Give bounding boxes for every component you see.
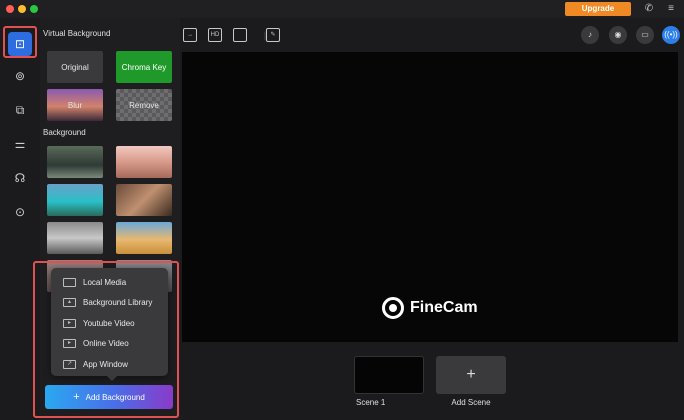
filter-icon: ⊚ bbox=[14, 69, 26, 83]
sliders-icon: ⚌ bbox=[14, 137, 26, 151]
menu-item-app-window[interactable]: ↗ App Window bbox=[51, 354, 168, 374]
close-window-button[interactable] bbox=[6, 5, 14, 13]
adjust-tab[interactable]: ⊚ bbox=[8, 64, 32, 88]
background-thumbnail[interactable] bbox=[116, 222, 172, 254]
camera-snapshot-icon[interactable]: ◉ bbox=[609, 26, 627, 44]
scene-1-label: Scene 1 bbox=[356, 398, 386, 407]
finecam-logo: FineCam bbox=[382, 297, 478, 319]
folder-icon bbox=[63, 277, 76, 287]
import-icon[interactable]: → bbox=[183, 28, 197, 42]
hd-icon[interactable]: HD bbox=[208, 28, 222, 42]
youtube-icon: ▸ bbox=[63, 318, 76, 328]
online-video-icon: ▸ bbox=[63, 338, 76, 348]
background-thumbnail[interactable] bbox=[47, 184, 103, 216]
background-thumbnail[interactable] bbox=[116, 184, 172, 216]
crop-icon[interactable] bbox=[233, 28, 247, 42]
headset-icon: ☊ bbox=[14, 171, 26, 185]
camera-preview: FineCam bbox=[182, 52, 678, 342]
virtual-background-title: Virtual Background bbox=[43, 29, 111, 38]
title-bar: Upgrade ✆ ≡ bbox=[0, 0, 684, 18]
plus-icon: + bbox=[73, 391, 80, 403]
menu-item-local-media[interactable]: Local Media bbox=[51, 272, 168, 292]
microphone-icon[interactable]: ♪ bbox=[581, 26, 599, 44]
zoom-window-button[interactable] bbox=[30, 5, 38, 13]
finecam-logo-icon bbox=[382, 297, 404, 319]
menu-pointer bbox=[106, 375, 118, 381]
mode-original[interactable]: Original bbox=[47, 51, 103, 83]
menu-item-youtube-video[interactable]: ▸ Youtube Video bbox=[51, 313, 168, 333]
app-window-icon: ↗ bbox=[63, 359, 76, 369]
rail-highlight bbox=[3, 26, 37, 58]
mode-chroma-key[interactable]: Chroma Key bbox=[116, 51, 172, 83]
sticker-icon: ⧉ bbox=[15, 102, 25, 117]
minimize-window-button[interactable] bbox=[18, 5, 26, 13]
mode-remove[interactable]: Remove bbox=[116, 89, 172, 121]
capture-tab[interactable]: ⊙ bbox=[8, 200, 32, 224]
phone-icon[interactable]: ✆ bbox=[642, 2, 656, 16]
background-thumbnail[interactable] bbox=[47, 222, 103, 254]
settings-tab[interactable]: ⚌ bbox=[8, 132, 32, 156]
audio-tab[interactable]: ☊ bbox=[8, 166, 32, 190]
scan-icon: ⊙ bbox=[14, 205, 26, 219]
scene-1-thumbnail[interactable] bbox=[354, 356, 424, 394]
top-toolbar: → HD | ✎ ♪ ◉ ▭ ((•)) bbox=[180, 18, 684, 52]
background-title: Background bbox=[43, 128, 86, 137]
upgrade-button[interactable]: Upgrade bbox=[565, 2, 631, 16]
edit-icon[interactable]: ✎ bbox=[266, 28, 280, 42]
menu-icon[interactable]: ≡ bbox=[664, 2, 678, 16]
background-thumbnail[interactable] bbox=[116, 146, 172, 178]
plus-icon: + bbox=[466, 366, 476, 383]
live-broadcast-icon[interactable]: ((•)) bbox=[662, 26, 680, 44]
menu-item-background-library[interactable]: ▴ Background Library bbox=[51, 292, 168, 312]
add-scene-label: Add Scene bbox=[451, 398, 491, 407]
add-background-button[interactable]: + Add Background bbox=[45, 385, 173, 409]
menu-item-online-video[interactable]: ▸ Online Video bbox=[51, 333, 168, 353]
add-scene-button[interactable]: + bbox=[436, 356, 506, 394]
add-background-menu: Local Media ▴ Background Library ▸ Youtu… bbox=[51, 268, 168, 376]
background-thumbnail[interactable] bbox=[47, 146, 103, 178]
scenes-bar: Scene 1 + Add Scene bbox=[180, 342, 684, 420]
record-icon[interactable]: ▭ bbox=[636, 26, 654, 44]
effects-tab[interactable]: ⧉ bbox=[8, 98, 32, 122]
image-icon: ▴ bbox=[63, 297, 76, 307]
mode-blur[interactable]: Blur bbox=[47, 89, 103, 121]
